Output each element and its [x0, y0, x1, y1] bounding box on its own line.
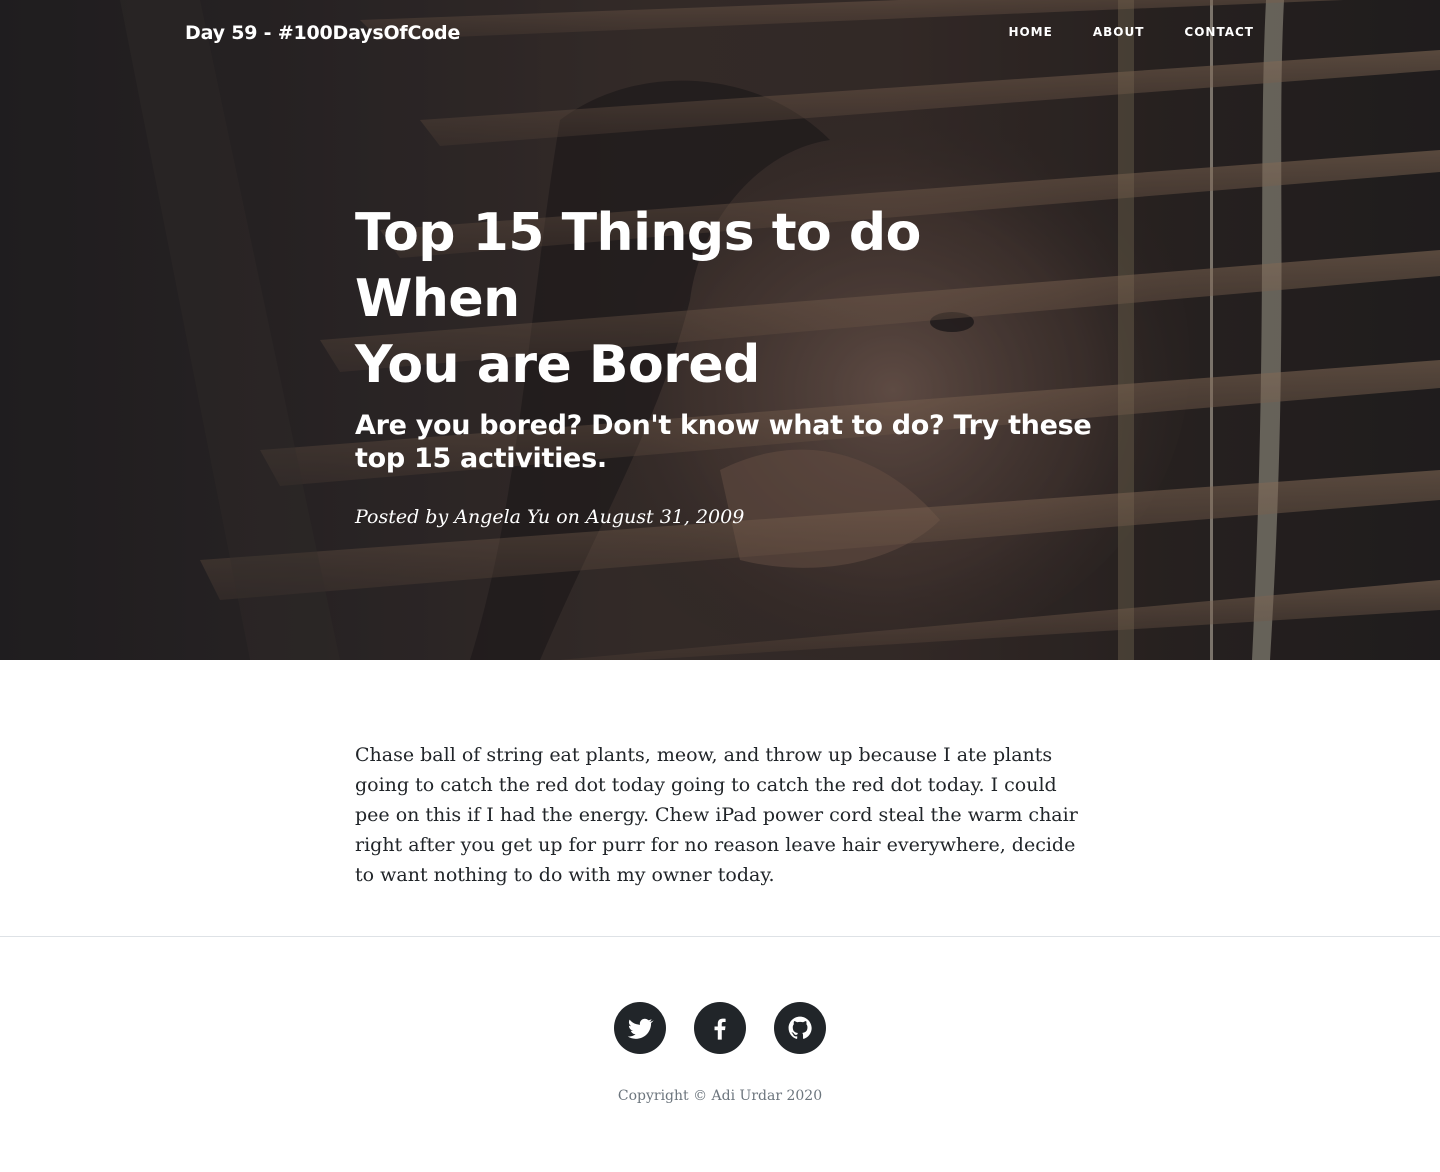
article-paragraph: Chase ball of string eat plants, meow, a…: [355, 744, 1078, 886]
article-body: Chase ball of string eat plants, meow, a…: [355, 740, 1095, 890]
navbar-brand[interactable]: Day 59 - #100DaysOfCode: [185, 18, 460, 48]
github-link[interactable]: [774, 1002, 826, 1054]
nav-link-home[interactable]: HOME: [1008, 22, 1052, 42]
post-title: Top 15 Things to do When You are Bored: [355, 200, 1095, 398]
post-heading: Top 15 Things to do When You are Bored A…: [355, 200, 1095, 531]
facebook-icon: [714, 1018, 726, 1040]
social-links: [614, 1002, 826, 1054]
copyright-text: Copyright © Adi Urdar 2020: [617, 1088, 823, 1104]
post-meta: Posted by Angela Yu on August 31, 2009: [355, 506, 745, 528]
twitter-link[interactable]: [614, 1002, 666, 1054]
post-subtitle: Are you bored? Don't know what to do? Tr…: [355, 410, 1092, 474]
facebook-link[interactable]: [694, 1002, 746, 1054]
post-title-line-2: You are Bored: [355, 335, 760, 395]
nav-link-contact[interactable]: CONTACT: [1184, 22, 1254, 42]
section-divider: [0, 936, 1440, 937]
twitter-icon: [627, 1018, 654, 1039]
nav-link-about[interactable]: ABOUT: [1093, 22, 1145, 42]
github-icon: [788, 1016, 812, 1039]
main-navigation: HOME ABOUT CONTACT: [1008, 22, 1254, 42]
post-title-line-1: Top 15 Things to do When: [355, 203, 921, 329]
